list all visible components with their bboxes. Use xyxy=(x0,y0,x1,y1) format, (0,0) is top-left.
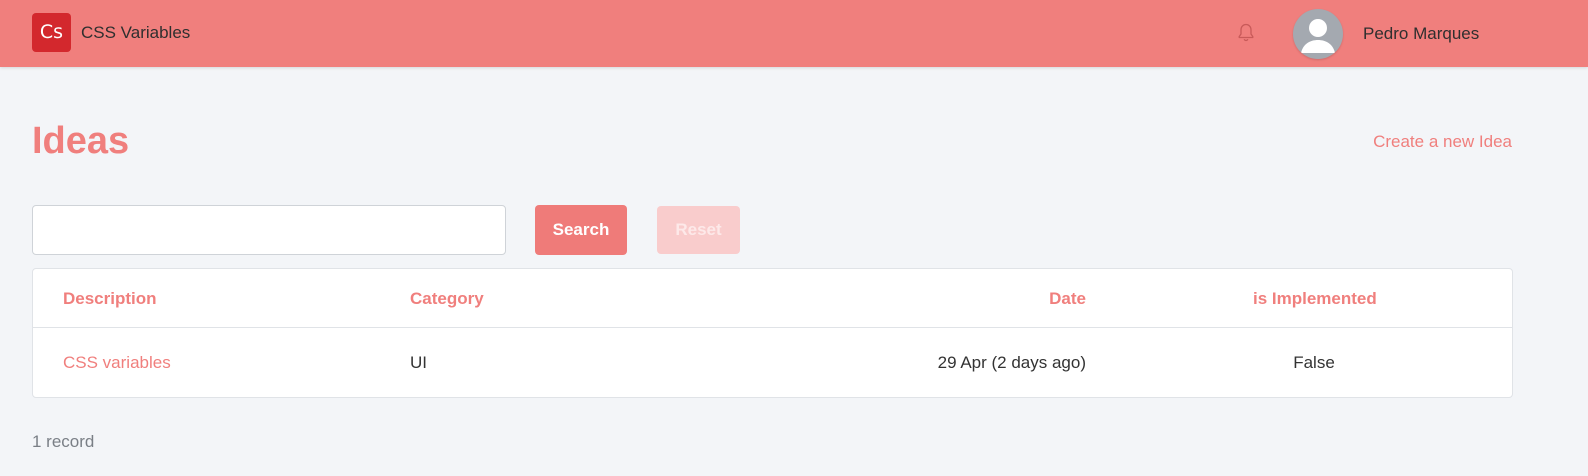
user-name: Pedro Marques xyxy=(1363,24,1480,43)
ideas-table: Description Category Date is Implemented… xyxy=(32,268,1513,398)
brand-link[interactable]: Cs CSS Variables xyxy=(32,13,190,52)
user-menu[interactable]: Pedro Marques xyxy=(1293,9,1479,59)
create-idea-link[interactable]: Create a new Idea xyxy=(1373,132,1512,152)
table-header-row: Description Category Date is Implemented xyxy=(33,269,1512,328)
page-title: Ideas xyxy=(32,120,130,162)
app-name: CSS Variables xyxy=(81,22,191,42)
record-count: 1 record xyxy=(32,432,95,451)
bell-icon[interactable] xyxy=(1236,22,1256,44)
column-header-category[interactable]: Category xyxy=(410,289,484,309)
column-header-description[interactable]: Description xyxy=(63,289,157,309)
search-button[interactable]: Search xyxy=(535,205,627,255)
user-avatar-icon xyxy=(1293,9,1343,59)
row-description-link[interactable]: CSS variables xyxy=(63,353,171,373)
row-date: 29 Apr (2 days ago) xyxy=(937,353,1086,372)
row-implemented: False xyxy=(1293,353,1335,372)
search-input[interactable] xyxy=(32,205,506,255)
column-header-implemented[interactable]: is Implemented xyxy=(1253,289,1377,309)
row-category: UI xyxy=(410,353,427,372)
top-navbar: Cs CSS Variables Pedro Marques xyxy=(0,0,1588,67)
column-header-date[interactable]: Date xyxy=(1049,289,1086,309)
app-logo: Cs xyxy=(32,13,71,52)
table-row: CSS variables UI 29 Apr (2 days ago) Fal… xyxy=(33,328,1512,398)
reset-button[interactable]: Reset xyxy=(657,206,740,254)
